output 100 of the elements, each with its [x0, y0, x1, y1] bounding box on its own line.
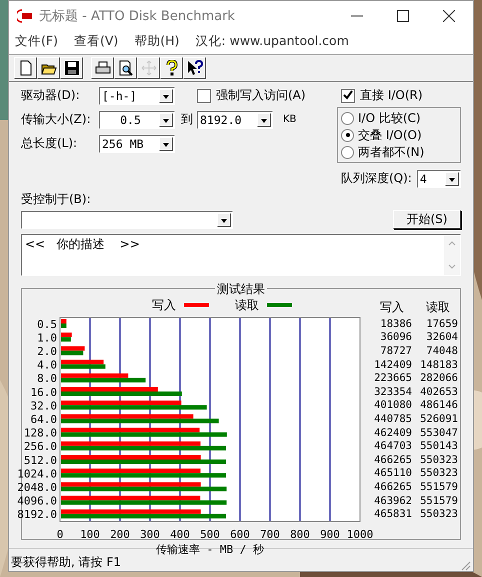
axis-label: 256.0	[24, 440, 57, 454]
axis-label: 1000	[346, 528, 374, 541]
axis-title: 传输速率 - MB / 秒	[156, 543, 264, 556]
axis-label: 4.0	[37, 358, 57, 372]
menu-item[interactable]: 查看(V)	[74, 33, 118, 50]
controlled-by-label: 受控制于(B):	[21, 191, 92, 208]
axis-label: 0	[56, 528, 64, 541]
axis-label: 128.0	[24, 426, 57, 440]
total-length-dropdown[interactable]: 256 MB	[99, 134, 175, 152]
radio-label: 交叠 I/O(O)	[358, 126, 422, 144]
table-cell-text: 142409	[373, 358, 412, 371]
axis-label: 2.0	[37, 345, 57, 358]
axis-label: 1024.0	[17, 467, 57, 480]
axis-label: 500	[200, 528, 220, 541]
table-cell-text: 550323	[419, 467, 458, 480]
axis-label: 16.0	[30, 386, 57, 399]
drive-dropdown[interactable]: [-h-]	[99, 86, 175, 104]
axis-label: 900	[320, 528, 340, 541]
radio-button[interactable]	[341, 128, 354, 142]
transfer-size-label: 传输大小(Z):	[21, 111, 92, 128]
checkbox[interactable]	[197, 88, 211, 102]
axis-label: 700	[260, 528, 280, 541]
controlled-by-dropdown[interactable]	[21, 210, 233, 228]
drive-label: 驱动器(D):	[21, 87, 81, 104]
axis-label: 600	[230, 528, 250, 541]
table-cell-text: 282066	[419, 372, 458, 384]
table-cell-text: 323354	[373, 386, 412, 398]
axis-label: 32.0	[30, 399, 57, 412]
axis-label: 8.0	[37, 372, 57, 386]
axis-label: 300	[140, 528, 160, 541]
window-title: 无标题 - ATTO Disk Benchmark	[39, 8, 235, 25]
start-button[interactable]: 开始(S)	[393, 210, 461, 229]
axis-label: 4096.0	[17, 494, 57, 508]
table-cell-text: 148183	[419, 358, 458, 371]
table-cell-text: 464703	[373, 440, 412, 452]
resize-grip-icon[interactable]	[459, 559, 471, 571]
table-cell-text: 486146	[419, 399, 458, 412]
axis-label: 0.5	[37, 318, 57, 331]
context-help-icon[interactable]	[183, 57, 206, 79]
table-cell-text: 36096	[379, 331, 412, 344]
axis-label: 512.0	[24, 454, 57, 467]
axis-label: 800	[290, 528, 310, 541]
menu-item[interactable]: 文件(F)	[15, 33, 58, 50]
axis-label: 400	[170, 528, 190, 541]
menu-item[interactable]: 帮助(H)	[134, 33, 180, 50]
transfer-from-dropdown[interactable]: 0.5	[99, 110, 175, 128]
column-header: 读取	[426, 299, 450, 316]
table-cell-text: 465831	[373, 508, 412, 520]
queue-depth-label: 队列深度(Q):	[341, 170, 412, 187]
table-cell-text: 17659	[425, 318, 458, 330]
table-cell-text: 465110	[373, 467, 412, 480]
table-cell-text: 463962	[373, 494, 412, 507]
open-icon[interactable]	[37, 57, 60, 79]
axis-label: 2048.0	[17, 481, 57, 494]
queue-depth-dropdown[interactable]: 4	[416, 170, 461, 188]
table-cell-text: 18386	[379, 318, 412, 330]
save-icon[interactable]	[60, 57, 83, 79]
app-icon	[17, 9, 33, 23]
table-cell-text: 551579	[419, 494, 458, 507]
print-icon[interactable]	[91, 57, 114, 79]
radio-button[interactable]	[341, 112, 354, 124]
axis-label: 200	[110, 528, 130, 541]
axis-label: 1.0	[37, 331, 57, 344]
table-cell-text: 550323	[419, 508, 458, 520]
table-cell-text: 551579	[419, 480, 458, 493]
axis-label: 8192.0	[17, 508, 57, 522]
table-cell-text: 526091	[419, 412, 458, 425]
checkbox-label: 直接 I/O(R)	[360, 87, 423, 104]
table-cell-text: 553047	[419, 426, 458, 439]
close-icon[interactable]	[443, 10, 455, 22]
maximize-icon[interactable]	[397, 10, 409, 22]
table-cell-text: 440785	[373, 412, 412, 425]
preview-icon[interactable]	[114, 57, 137, 79]
table-cell-text: 223665	[373, 372, 412, 384]
table-cell-text: 402653	[419, 386, 458, 398]
table-cell-text: 401080	[373, 399, 412, 412]
table-cell-text: 466265	[373, 454, 412, 466]
table-cell-text: 550143	[419, 440, 458, 452]
table-cell-text: 74048	[425, 344, 458, 357]
new-icon[interactable]	[14, 57, 37, 79]
menu-item[interactable]: 汉化: www.upantool.com	[195, 33, 349, 50]
checkbox-label: 强制写入访问(A)	[216, 87, 306, 104]
status-text: 要获得帮助, 请按 F1	[11, 554, 121, 571]
to-label: 到	[181, 111, 193, 128]
description-field[interactable]: << 你的描述 >>	[21, 234, 461, 276]
column-header: 写入	[380, 299, 404, 316]
help-icon[interactable]	[160, 57, 183, 79]
table-cell-text: 466265	[373, 480, 412, 493]
table-cell-text: 550323	[419, 454, 458, 466]
table-cell-text: 78727	[379, 344, 412, 357]
axis-label: 100	[80, 528, 100, 541]
radio-label: I/O 比较(C)	[358, 110, 421, 126]
table-cell-text: 32604	[425, 331, 458, 344]
legend-label: 写入	[152, 296, 176, 314]
radio-label: 两者都不(N)	[358, 144, 424, 160]
unit-label: KB	[283, 114, 296, 125]
legend-label: 读取	[235, 296, 259, 314]
radio-button[interactable]	[341, 146, 354, 158]
transfer-to-dropdown[interactable]: 8192.0	[197, 110, 273, 128]
checkbox[interactable]	[341, 88, 355, 102]
